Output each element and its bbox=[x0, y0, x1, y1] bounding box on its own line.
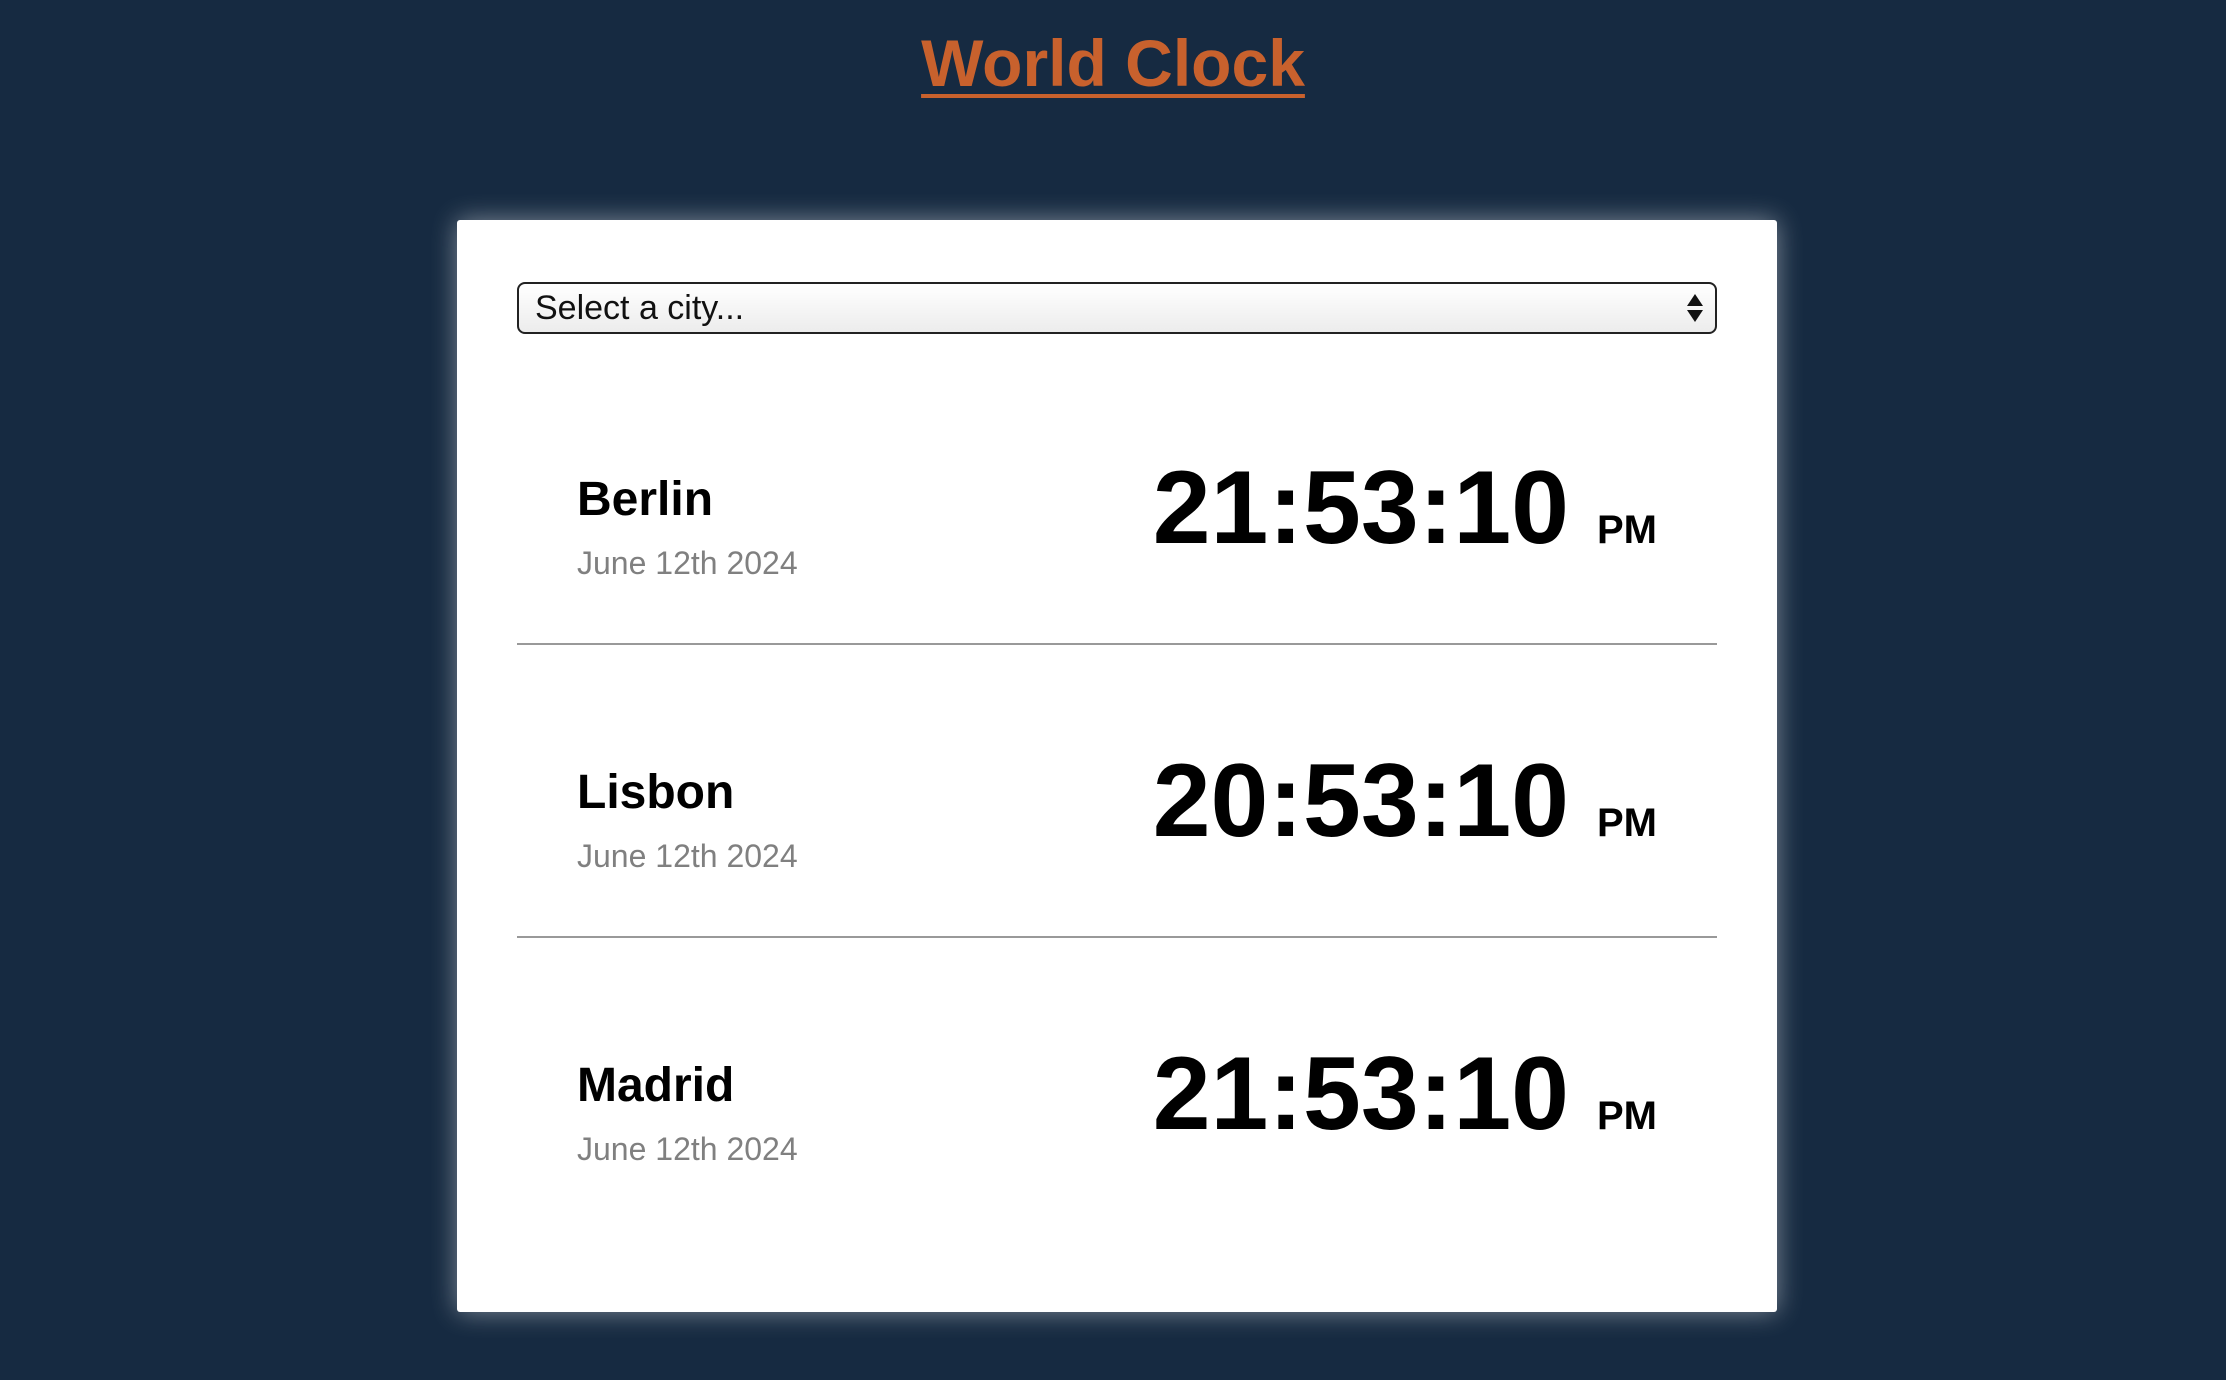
time-meridiem: PM bbox=[1597, 1094, 1657, 1138]
city-row-berlin: Berlin June 12th 2024 21:53:10 PM bbox=[517, 352, 1717, 645]
city-time: 20:53:10 PM bbox=[1153, 741, 1657, 861]
city-select-value: Select a city... bbox=[535, 288, 745, 327]
city-date: June 12th 2024 bbox=[577, 838, 798, 874]
world-clock-card: Select a city... Berlin June 12th 2024 2… bbox=[457, 220, 1777, 1312]
city-select-dropdown[interactable]: Select a city... bbox=[517, 282, 1717, 334]
city-date: June 12th 2024 bbox=[577, 545, 798, 581]
city-row-madrid: Madrid June 12th 2024 21:53:10 PM bbox=[517, 938, 1717, 1231]
time-value: 21:53:10 bbox=[1152, 450, 1569, 566]
city-row-lisbon: Lisbon June 12th 2024 20:53:10 PM bbox=[517, 645, 1717, 938]
time-meridiem: PM bbox=[1597, 801, 1657, 845]
city-list: Berlin June 12th 2024 21:53:10 PM Lisbon… bbox=[517, 352, 1717, 1231]
time-value: 21:53:10 bbox=[1152, 1036, 1569, 1152]
page-title-link[interactable]: World Clock bbox=[921, 26, 1305, 100]
city-time: 21:53:10 PM bbox=[1153, 1034, 1657, 1154]
time-value: 20:53:10 bbox=[1152, 743, 1569, 859]
city-date: June 12th 2024 bbox=[577, 1131, 798, 1167]
select-arrows-icon bbox=[1687, 294, 1703, 322]
city-name: Berlin bbox=[577, 473, 714, 526]
time-meridiem: PM bbox=[1597, 508, 1657, 552]
city-name: Madrid bbox=[577, 1059, 735, 1112]
city-time: 21:53:10 PM bbox=[1153, 448, 1657, 568]
city-name: Lisbon bbox=[577, 766, 735, 819]
page-title: World Clock bbox=[0, 22, 2226, 104]
